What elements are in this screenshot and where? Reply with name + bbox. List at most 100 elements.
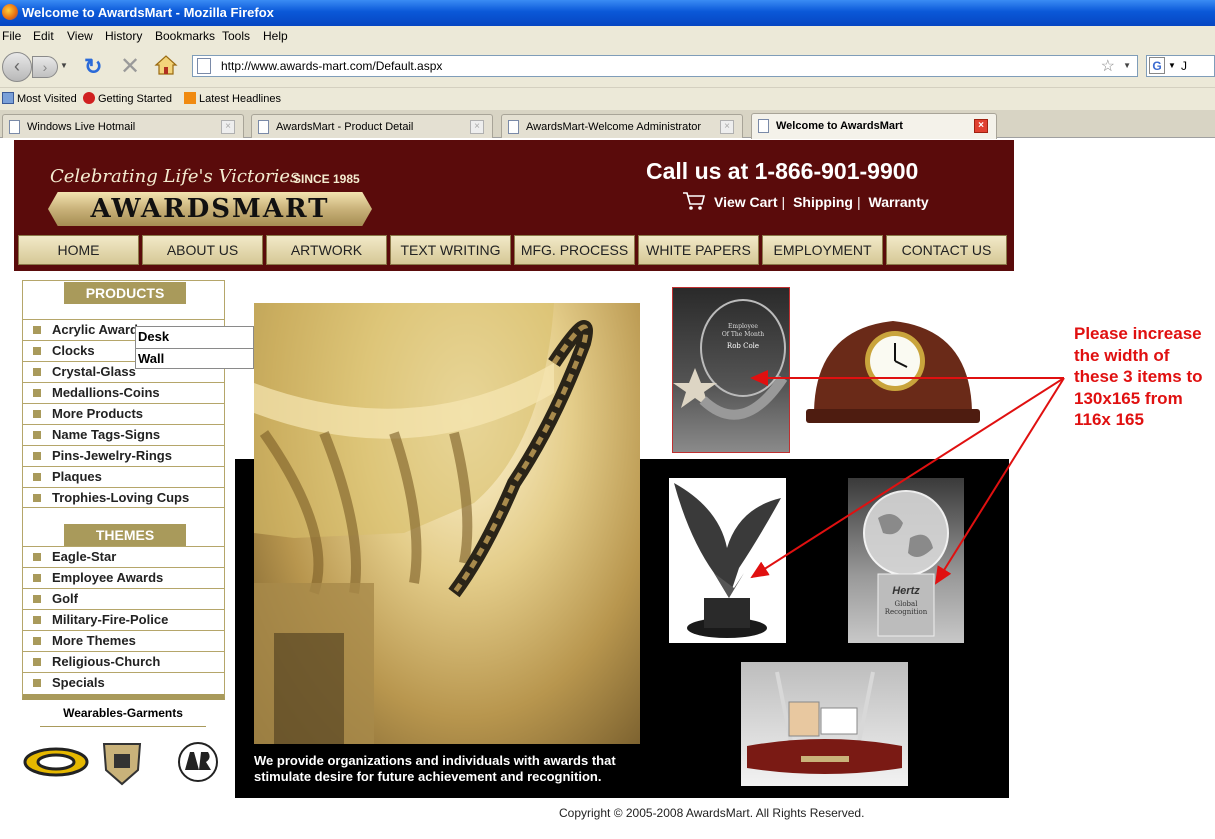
bookmark-latest-headlines[interactable]: Latest Headlines	[184, 92, 281, 105]
product-name-tags-signs[interactable]: Name Tags-Signs	[23, 424, 224, 445]
menu-tools[interactable]: Tools	[222, 29, 250, 43]
bullet-icon	[33, 658, 41, 666]
nav-about-us[interactable]: ABOUT US	[142, 235, 263, 265]
submenu-desk[interactable]: Desk	[136, 327, 253, 348]
bookmark-most-visited[interactable]: Most Visited	[2, 92, 77, 105]
trophy-image	[254, 303, 640, 744]
url-dropdown-icon[interactable]: ▼	[1123, 61, 1131, 70]
site-logo[interactable]: AWARDSMART	[48, 192, 372, 226]
acrylic-text-line: Employee	[728, 323, 758, 330]
acrylic-award-image[interactable]: Employee Of The Month Rob Cole	[672, 287, 790, 453]
desk-set-image[interactable]	[741, 662, 908, 786]
warranty-link[interactable]: Warranty	[869, 194, 929, 210]
wearables-link[interactable]: Wearables-Garments	[40, 706, 206, 727]
category-label: Clocks	[52, 343, 95, 358]
bullet-icon	[33, 574, 41, 582]
nav-white-papers[interactable]: WHITE PAPERS	[638, 235, 759, 265]
menu-bookmarks[interactable]: Bookmarks	[155, 29, 215, 43]
shipping-link[interactable]: Shipping	[793, 194, 853, 210]
eagle-award-image[interactable]	[669, 478, 786, 643]
products-heading: PRODUCTS	[64, 282, 186, 304]
address-url[interactable]: http://www.awards-mart.com/Default.aspx	[221, 59, 442, 73]
menu-history[interactable]: History	[105, 29, 142, 43]
theme-eagle-star[interactable]: Eagle-Star	[23, 546, 224, 567]
since-label: SINCE 1985	[293, 172, 360, 186]
window-titlebar: Welcome to AwardsMart - Mozilla Firefox	[0, 0, 1215, 26]
google-icon[interactable]: G	[1149, 57, 1165, 74]
cart-icon[interactable]	[682, 191, 706, 211]
stop-icon[interactable]: ✕	[120, 52, 140, 81]
window-title: Welcome to AwardsMart - Mozilla Firefox	[22, 5, 274, 20]
nav-contact-us[interactable]: CONTACT US	[886, 235, 1007, 265]
reload-icon[interactable]: ↻	[84, 54, 102, 80]
close-tab-icon[interactable]: ×	[221, 120, 235, 134]
history-dropdown-icon[interactable]: ▼	[60, 61, 68, 70]
category-label: Military-Fire-Police	[52, 612, 169, 627]
theme-specials[interactable]: Specials	[23, 672, 224, 693]
theme-more-themes[interactable]: More Themes	[23, 630, 224, 651]
acrylic-award-illustration: Employee Of The Month Rob Cole	[673, 299, 788, 420]
category-label: Eagle-Star	[52, 549, 117, 564]
home-icon[interactable]	[154, 53, 178, 77]
header-links: View Cart | Shipping | Warranty	[714, 194, 931, 210]
product-plaques[interactable]: Plaques	[23, 466, 224, 487]
association-logos	[23, 742, 218, 786]
search-input[interactable]: J	[1181, 59, 1187, 73]
forward-button[interactable]: ›	[32, 56, 58, 78]
page-icon	[197, 58, 211, 74]
tab-welcome-administrator[interactable]: AwardsMart-Welcome Administrator ×	[501, 114, 743, 138]
nav-text-writing[interactable]: TEXT WRITING	[390, 235, 511, 265]
nav-artwork[interactable]: ARTWORK	[266, 235, 387, 265]
bullet-icon	[33, 368, 41, 376]
theme-golf[interactable]: Golf	[23, 588, 224, 609]
bookmark-getting-started[interactable]: Getting Started	[83, 92, 172, 105]
eagle-illustration	[674, 483, 781, 638]
logo-text: AWARDSMART	[90, 194, 330, 224]
theme-religious-church[interactable]: Religious-Church	[23, 651, 224, 672]
firefox-bookmark-icon	[83, 92, 95, 104]
globe-text-line: Recognition	[885, 608, 928, 616]
nav-home[interactable]: HOME	[18, 235, 139, 265]
acrylic-text-line: Rob Cole	[727, 342, 759, 350]
bookmark-star-icon[interactable]: ☆	[1101, 56, 1115, 76]
category-label: Pins-Jewelry-Rings	[52, 448, 172, 463]
phone-number: Call us at 1-866-901-9900	[646, 158, 919, 184]
back-button[interactable]: ‹	[2, 52, 32, 82]
folder-icon	[2, 92, 14, 104]
menu-file[interactable]: File	[2, 29, 21, 43]
theme-military-fire-police[interactable]: Military-Fire-Police	[23, 609, 224, 630]
search-box[interactable]: G ▼ J	[1146, 55, 1215, 77]
tab-label: AwardsMart-Welcome Administrator	[526, 121, 702, 133]
tab-product-detail[interactable]: AwardsMart - Product Detail ×	[251, 114, 493, 138]
product-pins-jewelry-rings[interactable]: Pins-Jewelry-Rings	[23, 445, 224, 466]
tab-hotmail[interactable]: Windows Live Hotmail ×	[2, 114, 244, 138]
nav-mfg-process[interactable]: MFG. PROCESS	[514, 235, 635, 265]
globe-text-line: Global	[895, 600, 919, 608]
submenu-wall[interactable]: Wall	[136, 348, 253, 369]
menu-help[interactable]: Help	[263, 29, 288, 43]
globe-text-line: Hertz	[892, 585, 920, 597]
product-trophies-loving-cups[interactable]: Trophies-Loving Cups	[23, 487, 224, 508]
acrylic-text-line: Of The Month	[722, 331, 764, 338]
crystal-globe-image[interactable]: Hertz Global Recognition	[848, 478, 964, 643]
close-tab-icon[interactable]: ×	[720, 120, 734, 134]
close-tab-icon[interactable]: ×	[974, 119, 988, 133]
partner-crest-logo	[102, 743, 142, 786]
category-label: Religious-Church	[52, 654, 161, 669]
bullet-icon	[33, 553, 41, 561]
tab-welcome-awardsmart[interactable]: Welcome to AwardsMart ×	[751, 113, 997, 139]
nav-employment[interactable]: EMPLOYMENT	[762, 235, 883, 265]
menu-edit[interactable]: Edit	[33, 29, 54, 43]
theme-employee-awards[interactable]: Employee Awards	[23, 567, 224, 588]
clock-image[interactable]	[806, 309, 980, 433]
product-more-products[interactable]: More Products	[23, 403, 224, 424]
address-bar[interactable]: http://www.awards-mart.com/Default.aspx …	[192, 55, 1138, 77]
category-label: More Products	[52, 406, 144, 421]
product-medallions-coins[interactable]: Medallions-Coins	[23, 382, 224, 403]
menu-view[interactable]: View	[67, 29, 93, 43]
main-nav: HOME ABOUT US ARTWORK TEXT WRITING MFG. …	[18, 235, 1012, 265]
annotation-note: Please increase the width of these 3 ite…	[1074, 324, 1203, 429]
close-tab-icon[interactable]: ×	[470, 120, 484, 134]
view-cart-link[interactable]: View Cart	[714, 194, 778, 210]
search-engine-dropdown-icon[interactable]: ▼	[1168, 61, 1176, 70]
